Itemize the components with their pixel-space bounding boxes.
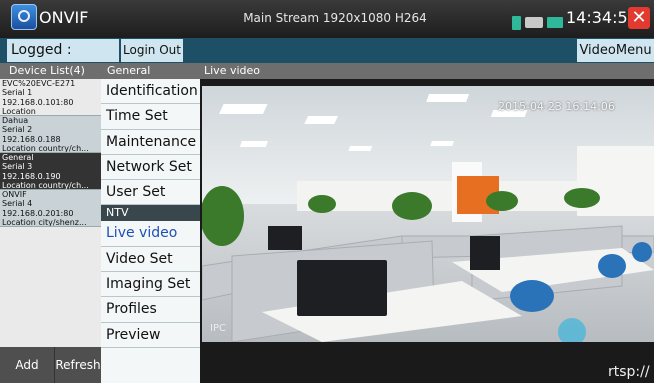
device-serial: Serial 3 xyxy=(2,162,33,172)
device-serial: Serial 1 xyxy=(2,88,33,98)
device-name: Dahua xyxy=(2,116,29,125)
device-list[interactable]: EVC%20EVC-E271 Serial 1 192.168.0.101:80… xyxy=(0,79,101,347)
menu-item-profiles[interactable]: Profiles xyxy=(101,297,200,323)
logged-in-label: Logged : admin xyxy=(7,39,119,81)
battery-icon xyxy=(547,17,563,28)
device-item[interactable]: EVC%20EVC-E271 Serial 1 192.168.0.101:80… xyxy=(0,79,101,116)
menu-item-preview[interactable]: Preview xyxy=(101,323,200,348)
device-name: ONVIF xyxy=(2,190,27,199)
menu-item-live-video[interactable]: Live video xyxy=(101,221,200,247)
device-item-selected[interactable]: General Serial 3 192.168.0.190 Location … xyxy=(0,153,101,190)
network-icon xyxy=(525,17,543,28)
device-ip: 192.168.0.188 xyxy=(2,134,61,144)
video-panel-header: Live video xyxy=(200,63,654,79)
device-list-empty-space xyxy=(0,227,101,347)
device-item[interactable]: ONVIF Serial 4 192.168.0.201:80 Location… xyxy=(0,190,101,227)
stream-info: Main Stream 1920x1080 H264 xyxy=(243,11,427,25)
device-location: Location country/ch... xyxy=(2,143,89,153)
menu-group-ntv: NTV xyxy=(101,205,200,222)
menu-item-maintenance[interactable]: Maintenance xyxy=(101,130,200,155)
add-device-button[interactable]: Add xyxy=(0,347,55,383)
video-menu-button[interactable]: VideoMenu xyxy=(577,39,654,62)
menu-item-time-set[interactable]: Time Set xyxy=(101,104,200,130)
rtsp-url: rtsp:// xyxy=(608,364,650,380)
device-name: EVC%20EVC-E271 xyxy=(2,79,76,88)
onvif-logo-icon xyxy=(11,4,37,30)
settings-menu: Identification Time Set Maintenance Netw… xyxy=(101,79,200,383)
refresh-button[interactable]: Refresh xyxy=(55,347,101,383)
device-ip: 192.168.0.101:80 xyxy=(2,97,74,107)
live-video-feed[interactable]: 2015-04-23 16:14:06 IPC xyxy=(202,86,654,342)
device-item[interactable]: Dahua Serial 2 192.168.0.188 Location co… xyxy=(0,116,101,153)
close-icon[interactable]: ✕ xyxy=(628,7,650,29)
logout-button[interactable]: Login Out xyxy=(121,39,183,62)
device-serial: Serial 4 xyxy=(2,199,33,209)
device-list-header: Device List(4) xyxy=(0,63,101,79)
office-camera-image xyxy=(202,86,654,342)
menu-item-network-set[interactable]: Network Set xyxy=(101,155,200,181)
device-location: Location country/ch... xyxy=(2,180,89,190)
sd-card-icon xyxy=(512,15,521,30)
menu-item-imaging-set[interactable]: Imaging Set xyxy=(101,272,200,298)
device-location: Location city/shenz... xyxy=(2,217,87,227)
device-location: Location xyxy=(2,106,36,116)
device-serial: Serial 2 xyxy=(2,125,33,135)
osd-timestamp: 2015-04-23 16:14:06 xyxy=(498,100,615,113)
device-ip: 192.168.0.201:80 xyxy=(2,208,74,218)
app-title: ONVIF xyxy=(39,8,89,27)
status-icons xyxy=(512,12,567,30)
menu-item-video-set[interactable]: Video Set xyxy=(101,247,200,273)
menu-item-identification[interactable]: Identification xyxy=(101,79,200,105)
osd-camera-label: IPC xyxy=(210,323,226,334)
menu-item-user-set[interactable]: User Set xyxy=(101,180,200,206)
device-name: General xyxy=(2,153,34,162)
menu-header: General xyxy=(101,63,200,79)
device-ip: 192.168.0.190 xyxy=(2,171,61,181)
